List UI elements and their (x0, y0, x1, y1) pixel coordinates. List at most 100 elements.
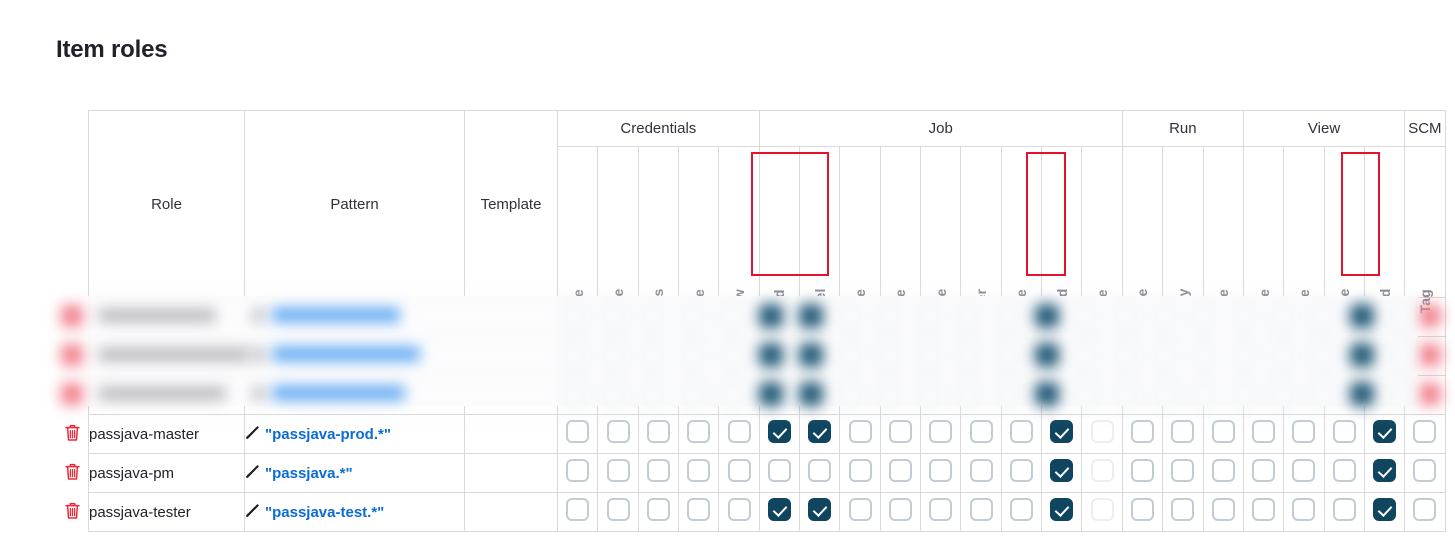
permission-checkbox-run-update-unchecked[interactable] (1211, 498, 1235, 521)
permission-cell[interactable] (678, 375, 720, 415)
permission-cell-job-discover[interactable] (960, 492, 1002, 532)
permission-checkbox-job-move-unchecked[interactable] (1009, 498, 1033, 521)
permission-cell[interactable] (1404, 375, 1446, 415)
delete-role-button[interactable] (56, 413, 88, 452)
permission-checkbox-job-cancel-unchecked[interactable] (808, 459, 832, 482)
permission-checkbox-job-move-unchecked[interactable] (1009, 459, 1033, 482)
permission-cell-view-read[interactable] (1363, 414, 1406, 454)
permission-checkbox-credentials-update-unchecked[interactable] (687, 498, 711, 521)
permission-cell-job-cancel[interactable] (799, 414, 841, 454)
permission-cell-job-configure[interactable] (839, 492, 881, 532)
permission-checkbox-view-read-checked[interactable] (1373, 420, 1397, 443)
permission-cell[interactable] (597, 375, 639, 415)
permission-checkbox-credentials-view-unchecked[interactable] (727, 420, 751, 443)
permission-cell-view-create[interactable] (1283, 492, 1325, 532)
permission-cell[interactable] (1000, 336, 1043, 376)
permission-cell[interactable] (1121, 336, 1164, 376)
permission-cell[interactable] (1242, 375, 1285, 415)
permission-cell-view-read[interactable] (1363, 453, 1406, 493)
permission-checkbox-credentials-delete-unchecked[interactable] (606, 459, 630, 482)
permission-cell-job-read[interactable] (1041, 453, 1083, 493)
permission-checkbox-scm-tag-unchecked[interactable] (1413, 420, 1437, 443)
pattern-value[interactable]: "passjava-test.*" (265, 504, 384, 521)
permission-cell-job-build[interactable] (758, 453, 801, 493)
permission-cell[interactable] (1041, 336, 1083, 376)
permission-cell[interactable] (920, 336, 962, 376)
permission-checkbox-job-discover-unchecked[interactable] (969, 420, 993, 443)
permission-cell-scm-tag[interactable] (1404, 453, 1446, 493)
permission-cell-job-move[interactable] (1000, 414, 1043, 454)
permission-cell-view-delete[interactable] (1323, 453, 1365, 493)
permission-checkbox-run-delete-unchecked[interactable] (1130, 498, 1154, 521)
permission-cell-job-build[interactable] (758, 492, 801, 532)
permission-cell[interactable] (1162, 336, 1204, 376)
permission-checkbox-credentials-delete-unchecked[interactable] (606, 420, 630, 443)
permission-checkbox-credentials-delete-unchecked[interactable] (606, 498, 630, 521)
permission-checkbox-credentials-create-unchecked[interactable] (566, 420, 590, 443)
permission-checkbox-view-create-unchecked[interactable] (1292, 420, 1316, 443)
permission-checkbox-run-replay-unchecked[interactable] (1171, 420, 1195, 443)
permission-cell-credentials-managedomains[interactable] (637, 453, 680, 493)
delete-role-button[interactable] (56, 491, 88, 530)
permission-cell-credentials-update[interactable] (678, 414, 720, 454)
permission-cell[interactable] (678, 336, 720, 376)
permission-checkbox-view-configure-unchecked[interactable] (1252, 420, 1276, 443)
permission-cell[interactable] (920, 375, 962, 415)
permission-checkbox-credentials-create-unchecked[interactable] (566, 498, 590, 521)
permission-cell[interactable] (758, 375, 801, 415)
permission-checkbox-view-configure-unchecked[interactable] (1252, 459, 1276, 482)
permission-checkbox-view-create-unchecked[interactable] (1292, 459, 1316, 482)
permission-cell-credentials-delete[interactable] (597, 414, 639, 454)
permission-checkbox-run-update-unchecked[interactable] (1211, 420, 1235, 443)
permission-checkbox-job-workspace-unchecked[interactable] (1090, 459, 1114, 482)
permission-cell[interactable] (597, 336, 639, 376)
permission-cell-job-create[interactable] (879, 414, 922, 454)
permission-cell-credentials-update[interactable] (678, 492, 720, 532)
permission-cell[interactable] (1202, 375, 1244, 415)
permission-cell-view-delete[interactable] (1323, 414, 1365, 454)
permission-checkbox-credentials-view-unchecked[interactable] (727, 459, 751, 482)
permission-checkbox-job-configure-unchecked[interactable] (848, 498, 872, 521)
permission-cell[interactable] (556, 336, 599, 376)
permission-checkbox-job-build-checked[interactable] (767, 498, 791, 521)
permission-cell[interactable] (1121, 375, 1164, 415)
permission-checkbox-job-cancel-checked[interactable] (808, 420, 832, 443)
permission-checkbox-job-delete-unchecked[interactable] (929, 420, 953, 443)
permission-checkbox-run-replay-unchecked[interactable] (1171, 459, 1195, 482)
permission-cell[interactable] (960, 375, 1002, 415)
permission-cell-job-workspace[interactable] (1081, 492, 1123, 532)
permission-checkbox-job-delete-unchecked[interactable] (929, 459, 953, 482)
permission-cell-credentials-view[interactable] (718, 492, 760, 532)
permission-cell-scm-tag[interactable] (1404, 414, 1446, 454)
permission-checkbox-job-workspace-unchecked[interactable] (1090, 498, 1114, 521)
permission-checkbox-view-create-unchecked[interactable] (1292, 498, 1316, 521)
permission-cell-run-update[interactable] (1202, 492, 1244, 532)
permission-cell[interactable] (1404, 336, 1446, 376)
permission-cell-job-create[interactable] (879, 453, 922, 493)
permission-checkbox-job-build-checked[interactable] (767, 420, 791, 443)
permission-cell-job-configure[interactable] (839, 453, 881, 493)
pattern-value[interactable]: "passjava-prod.*" (265, 426, 391, 443)
permission-cell[interactable] (718, 336, 760, 376)
permission-cell-job-workspace[interactable] (1081, 453, 1123, 493)
permission-checkbox-job-cancel-checked[interactable] (808, 498, 832, 521)
permission-cell-job-cancel[interactable] (799, 453, 841, 493)
permission-checkbox-credentials-managedomains-unchecked[interactable] (646, 420, 670, 443)
permission-cell[interactable] (1162, 375, 1204, 415)
permission-checkbox-credentials-view-unchecked[interactable] (727, 498, 751, 521)
permission-checkbox-job-configure-unchecked[interactable] (848, 459, 872, 482)
permission-cell-run-replay[interactable] (1162, 492, 1204, 532)
permission-checkbox-job-delete-unchecked[interactable] (929, 498, 953, 521)
permission-checkbox-credentials-create-unchecked[interactable] (566, 459, 590, 482)
permission-cell[interactable] (556, 375, 599, 415)
permission-cell-credentials-update[interactable] (678, 453, 720, 493)
permission-cell-job-cancel[interactable] (799, 492, 841, 532)
pencil-icon[interactable] (245, 464, 260, 483)
permission-cell[interactable] (1363, 336, 1406, 376)
permission-cell-view-configure[interactable] (1242, 492, 1285, 532)
permission-cell[interactable] (1283, 336, 1325, 376)
permission-cell[interactable] (799, 336, 841, 376)
permission-cell[interactable] (1283, 375, 1325, 415)
permission-cell[interactable] (879, 336, 922, 376)
permission-checkbox-run-delete-unchecked[interactable] (1130, 459, 1154, 482)
